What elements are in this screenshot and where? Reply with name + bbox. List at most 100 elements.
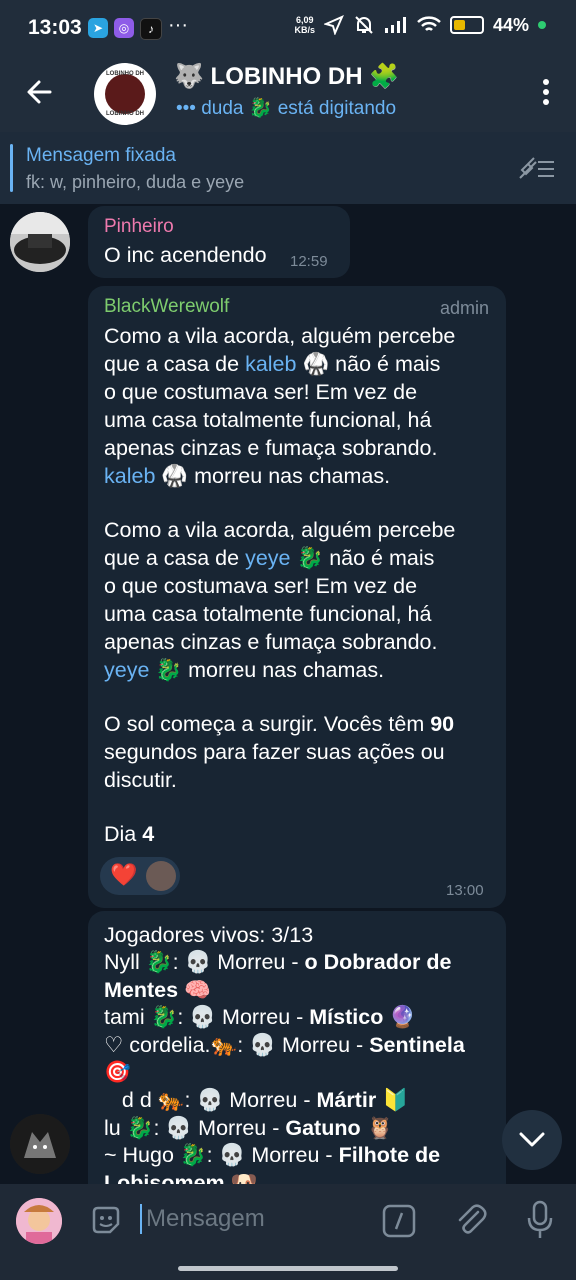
message-time: 12:59	[290, 253, 328, 270]
player-status: ~ Hugo 🐉: 💀 Morreu -	[104, 1143, 339, 1168]
battery-percent: 44%	[492, 14, 529, 35]
day-number: 4	[142, 822, 155, 846]
mention-link[interactable]: yeye	[245, 546, 290, 570]
mention-link[interactable]: kaleb	[245, 352, 296, 376]
player-status: d d 🐅: 💀 Morreu -	[104, 1087, 317, 1112]
message-list[interactable]: Pinheiro O inc acendendo 12:59 BlackWere…	[0, 204, 576, 1184]
send-as-avatar[interactable]	[16, 1198, 62, 1244]
message-time: 13:00	[446, 882, 484, 899]
speed-value: 6,09	[295, 15, 314, 25]
user-avatar-image	[16, 1198, 62, 1244]
message-paragraph-1: Como a vila acorda, alguém percebe que a…	[104, 322, 504, 490]
player-status: lu 🐉: 💀 Morreu -	[104, 1115, 286, 1140]
player-line: lu 🐉: 💀 Morreu - Gatuno 🦉	[104, 1115, 504, 1143]
chevron-down-icon	[519, 1132, 545, 1147]
seconds-count: 90	[430, 712, 455, 736]
avatar-text-top: LOBINHO DH	[106, 71, 144, 77]
player-role: Filhote de	[338, 1143, 441, 1168]
player-role: Mártir 🔰	[316, 1087, 409, 1112]
more-options-icon[interactable]	[542, 78, 550, 106]
player-line: tami 🐉: 💀 Morreu - Místico 🔮	[104, 1004, 504, 1032]
player-status: Nyll 🐉: 💀 Morreu -	[104, 950, 305, 974]
player-status: 🎯	[104, 1060, 131, 1085]
avatar-text-bottom: LOBINHO DH	[106, 111, 144, 117]
player-line: ~ Hugo 🐉: 💀 Morreu - Filhote de	[104, 1142, 504, 1170]
sender-name[interactable]: BlackWerewolf	[104, 296, 229, 318]
players-list: Nyll 🐉: 💀 Morreu - o Dobrador de Mentes 🧠…	[104, 949, 504, 1184]
admin-badge: admin	[440, 298, 490, 318]
pinned-message-bar[interactable]: Mensagem fixada fk: w, pinheiro, duda e …	[0, 132, 576, 204]
more-notifications-icon: ···	[168, 14, 188, 36]
battery-level	[453, 20, 466, 30]
pinned-list-icon[interactable]	[518, 156, 556, 182]
telegram-icon: ➤	[88, 18, 108, 38]
typing-status: ••• duda 🐉 está digitando	[176, 98, 397, 119]
wolf-logo-icon	[105, 74, 145, 114]
notification-icons: ➤ ◎ ♪	[88, 18, 162, 40]
message-bubble-players[interactable]: Jogadores vivos: 3/13 Nyll 🐉: 💀 Morreu -…	[88, 911, 506, 1184]
message-bubble-pinheiro[interactable]: Pinheiro O inc acendendo 12:59	[88, 206, 350, 278]
player-role: Lobisomem 🐶	[104, 1170, 258, 1184]
mute-icon	[355, 16, 373, 34]
mention-link[interactable]: yeye	[104, 658, 149, 682]
reactor-avatar	[146, 861, 176, 891]
text-segment: 🐉 morreu nas chamas.	[149, 658, 385, 682]
player-role: Gatuno 🦉	[285, 1115, 394, 1140]
signal-icon	[384, 17, 406, 33]
player-role: Místico 🔮	[309, 1005, 417, 1030]
message-paragraph-3: O sol começa a surgir. Vocês têm 90 segu…	[104, 710, 504, 794]
back-arrow-icon[interactable]	[24, 76, 56, 108]
privacy-indicator	[538, 21, 546, 29]
text-segment: 🥋 morreu nas chamas.	[155, 464, 391, 488]
microphone-icon[interactable]	[526, 1200, 554, 1240]
pinned-indicator	[10, 144, 13, 192]
podcast-icon: ◎	[114, 18, 134, 38]
player-line: Nyll 🐉: 💀 Morreu - o Dobrador de	[104, 949, 504, 977]
tiktok-icon: ♪	[140, 18, 162, 40]
player-line: Mentes 🧠	[104, 977, 504, 1005]
day-label: Dia	[104, 822, 143, 846]
mention-link[interactable]: kaleb	[104, 464, 155, 488]
clock: 13:03	[28, 16, 82, 39]
battery-icon	[449, 16, 484, 34]
message-paragraph-2: Como a vila acorda, alguém percebe que a…	[104, 516, 504, 684]
sticker-icon[interactable]	[88, 1202, 124, 1238]
message-input[interactable]: Mensagem	[140, 1204, 265, 1234]
player-role: o Dobrador de	[304, 950, 452, 974]
avatar-pinheiro[interactable]	[10, 212, 70, 272]
heart-reaction-icon: ❤️	[110, 862, 138, 887]
player-line: d d 🐅: 💀 Morreu - Mártir 🔰	[104, 1087, 504, 1115]
players-heading: Jogadores vivos: 3/13	[104, 923, 314, 947]
avatar-image	[10, 212, 70, 272]
chat-title[interactable]: 🐺 LOBINHO DH 🧩	[174, 62, 399, 91]
message-bubble-blackwerewolf[interactable]: BlackWerewolf admin Como a vila acorda, …	[88, 286, 506, 908]
wifi-icon	[417, 16, 441, 31]
network-speed: 6,09 KB/s	[294, 15, 315, 35]
sender-name[interactable]: Pinheiro	[104, 216, 174, 238]
day-counter: Dia 4	[104, 820, 154, 848]
text-segment: segundos para fazer suas ações ou discut…	[104, 740, 445, 792]
telegram-chat-screen: 13:03 ➤ ◎ ♪ ··· 6,09 KB/s 44% LOBINHO DH	[0, 0, 576, 1280]
player-role: Mentes 🧠	[104, 977, 211, 1002]
chat-header: LOBINHO DH LOBINHO DH 🐺 LOBINHO DH 🧩 •••…	[0, 56, 576, 132]
message-text: O inc acendendo	[104, 243, 267, 267]
reaction-chip[interactable]: ❤️	[100, 857, 180, 895]
player-status: tami 🐉: 💀 Morreu -	[104, 1005, 310, 1030]
player-line: ♡ cordelia.🐅: 💀 Morreu - Sentinela	[104, 1032, 504, 1060]
home-indicator[interactable]	[178, 1266, 398, 1271]
text-segment: O sol começa a surgir. Vocês têm	[104, 712, 431, 736]
bot-commands-icon[interactable]	[382, 1204, 416, 1238]
player-role: Sentinela	[369, 1032, 465, 1057]
avatar-blackwerewolf[interactable]	[10, 1114, 70, 1174]
player-line: Lobisomem 🐶	[104, 1170, 504, 1184]
status-bar: 13:03 ➤ ◎ ♪ ··· 6,09 KB/s 44%	[0, 0, 576, 56]
player-status: ♡ cordelia.🐅: 💀 Morreu -	[104, 1032, 370, 1057]
group-avatar[interactable]: LOBINHO DH LOBINHO DH	[94, 63, 156, 125]
attach-icon[interactable]	[454, 1202, 488, 1240]
status-right: 6,09 KB/s 44%	[294, 14, 546, 36]
speed-unit: KB/s	[294, 25, 315, 35]
scroll-down-button[interactable]	[502, 1110, 562, 1170]
pinned-title: Mensagem fixada	[26, 145, 176, 166]
pinned-text: fk: w, pinheiro, duda e yeye	[26, 172, 245, 192]
wolf-avatar-icon	[10, 1114, 70, 1174]
